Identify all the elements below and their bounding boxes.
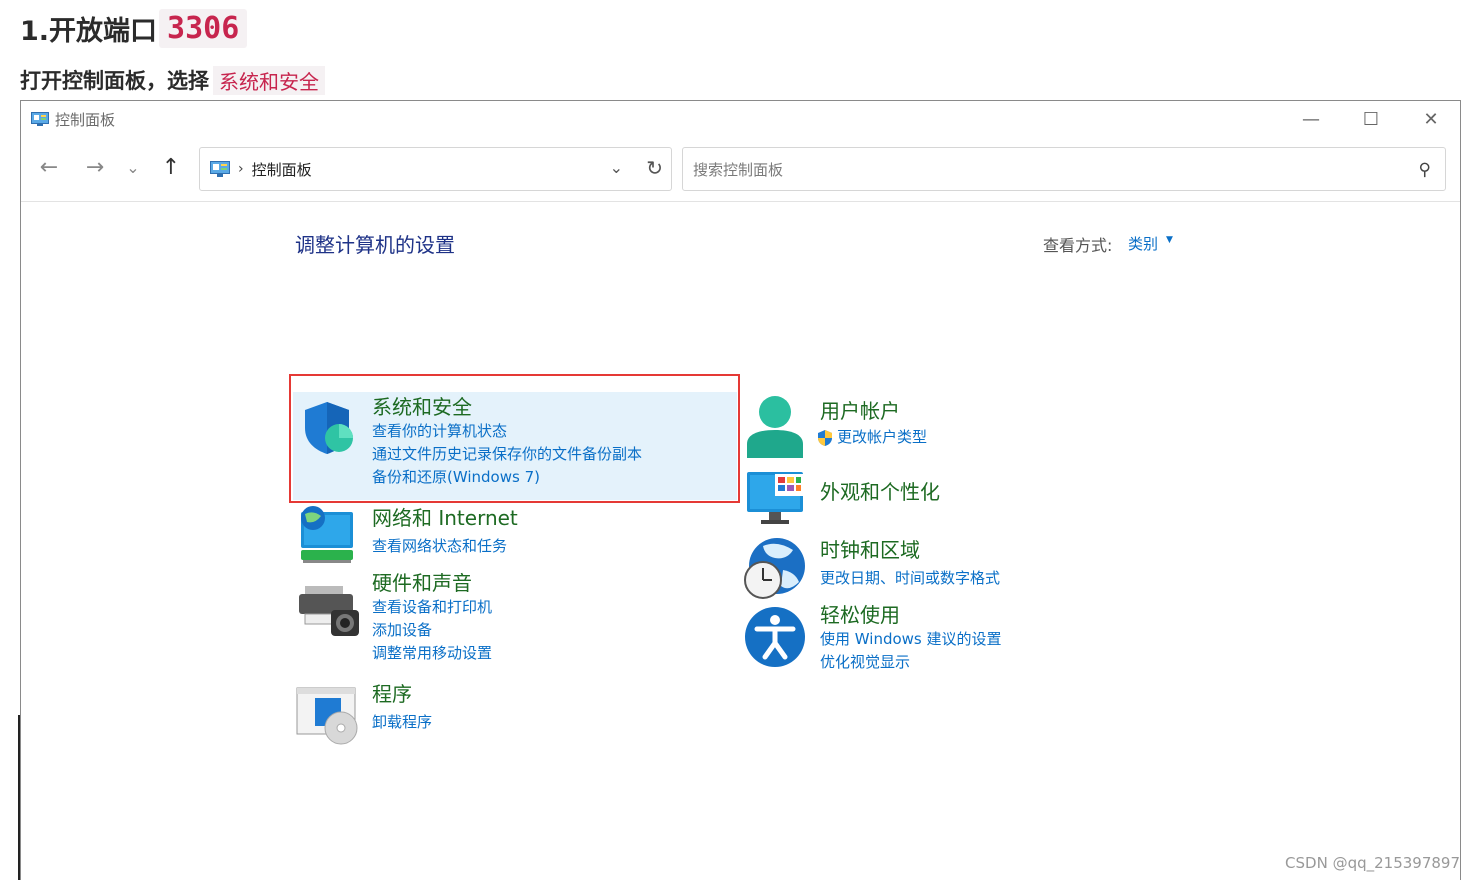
close-button[interactable]: ✕ [1402,101,1460,137]
printer-icon [299,586,359,636]
view-computer-status-link[interactable]: 查看你的计算机状态 [372,420,642,443]
content-area: 调整计算机的设置 查看方式: 类别 ▼ 系统和安全 查看你的计算机状态 通过文件… [21,202,1460,881]
view-by-label: 查看方式: [1043,236,1113,255]
devices-printers-link[interactable]: 查看设备和打印机 [372,596,492,619]
navigation-bar: ← → ⌄ ↑ › 控制面板 ⌄ ↻ 搜索控制面板 ⚲ [21,137,1460,202]
user-icon [747,396,803,458]
view-by-dropdown[interactable]: 类别 [1128,233,1158,254]
date-time-format-link[interactable]: 更改日期、时间或数字格式 [820,567,1000,590]
ease-of-access-link[interactable]: 轻松使用 [820,602,1002,628]
recommended-settings-link[interactable]: 使用 Windows 建议的设置 [820,628,1002,651]
change-account-type-row: 更改帐户类型 [818,426,927,449]
control-panel-icon [31,112,49,126]
search-input[interactable]: 搜索控制面板 [693,159,783,180]
category-appearance: 外观和个性化 [820,479,940,505]
maximize-button[interactable]: ☐ [1342,101,1400,137]
address-bar[interactable]: › 控制面板 ⌄ ↻ [199,147,672,191]
search-box[interactable]: 搜索控制面板 ⚲ [682,147,1446,191]
instruction-text: 打开控制面板，选择 [20,69,209,93]
search-icon[interactable]: ⚲ [1419,160,1431,180]
page-title: 调整计算机的设置 [295,233,455,257]
category-network: 网络和 Internet 查看网络状态和任务 [372,505,518,558]
address-dropdown-icon[interactable]: ⌄ [610,158,623,177]
system-security-link[interactable]: 系统和安全 [372,394,642,420]
monitor-icon [747,472,803,524]
category-user-accounts: 用户帐户 更改帐户类型 [818,398,927,449]
add-device-link[interactable]: 添加设备 [372,619,492,642]
article-heading: 1.开放端口 3306 [20,6,248,50]
network-icon [301,506,353,563]
hardware-sound-link[interactable]: 硬件和声音 [372,570,492,596]
instruction-code: 系统和安全 [213,65,325,95]
title-bar: 控制面板 — ☐ ✕ [21,101,1460,137]
breadcrumb-control-panel[interactable]: 控制面板 [252,159,312,180]
optimize-visual-display-link[interactable]: 优化视觉显示 [820,651,1002,674]
clock-globe-icon [744,538,805,599]
article-instruction: 打开控制面板，选择 系统和安全 [20,64,325,96]
uac-shield-icon [818,429,832,446]
category-ease-of-access: 轻松使用 使用 Windows 建议的设置 优化视觉显示 [820,602,1002,674]
forward-button[interactable]: → [79,151,111,183]
control-panel-icon [210,161,230,177]
window-title: 控制面板 [55,110,116,129]
minimize-button[interactable]: — [1282,101,1340,137]
dropdown-arrow-icon[interactable]: ▼ [1166,235,1173,245]
refresh-icon[interactable]: ↻ [646,156,663,180]
network-status-link[interactable]: 查看网络状态和任务 [372,535,518,558]
user-accounts-link[interactable]: 用户帐户 [820,398,927,424]
change-account-type-link[interactable]: 更改帐户类型 [837,426,927,449]
uninstall-program-link[interactable]: 卸载程序 [372,711,432,734]
back-button[interactable]: ← [33,151,65,183]
up-button[interactable]: ↑ [155,151,187,183]
port-code: 3306 [159,8,248,48]
clock-region-link[interactable]: 时钟和区域 [820,537,1000,563]
article-heading-text: 1.开放端口 [20,15,158,47]
category-clock-region: 时钟和区域 更改日期、时间或数字格式 [820,537,1000,590]
file-history-link[interactable]: 通过文件历史记录保存你的文件备份副本 [372,443,642,466]
accessibility-icon [745,607,805,667]
category-system-security: 系统和安全 查看你的计算机状态 通过文件历史记录保存你的文件备份副本 备份和还原… [372,394,642,489]
programs-link[interactable]: 程序 [372,681,432,707]
programs-icon [296,687,358,745]
backup-restore-link[interactable]: 备份和还原(Windows 7) [372,466,642,489]
shield-icon [305,402,353,454]
breadcrumb-separator-icon: › [238,161,244,177]
mobility-settings-link[interactable]: 调整常用移动设置 [372,642,492,665]
category-hardware-sound: 硬件和声音 查看设备和打印机 添加设备 调整常用移动设置 [372,570,492,665]
category-programs: 程序 卸载程序 [372,681,432,734]
recent-locations-button[interactable]: ⌄ [117,151,149,183]
watermark: CSDN @qq_215397897 [1285,854,1460,872]
control-panel-window: 控制面板 — ☐ ✕ ← → ⌄ ↑ › 控制面板 ⌄ ↻ 搜索控制面板 ⚲ 调… [20,100,1461,880]
network-internet-link[interactable]: 网络和 Internet [372,505,518,531]
appearance-personalization-link[interactable]: 外观和个性化 [820,479,940,505]
